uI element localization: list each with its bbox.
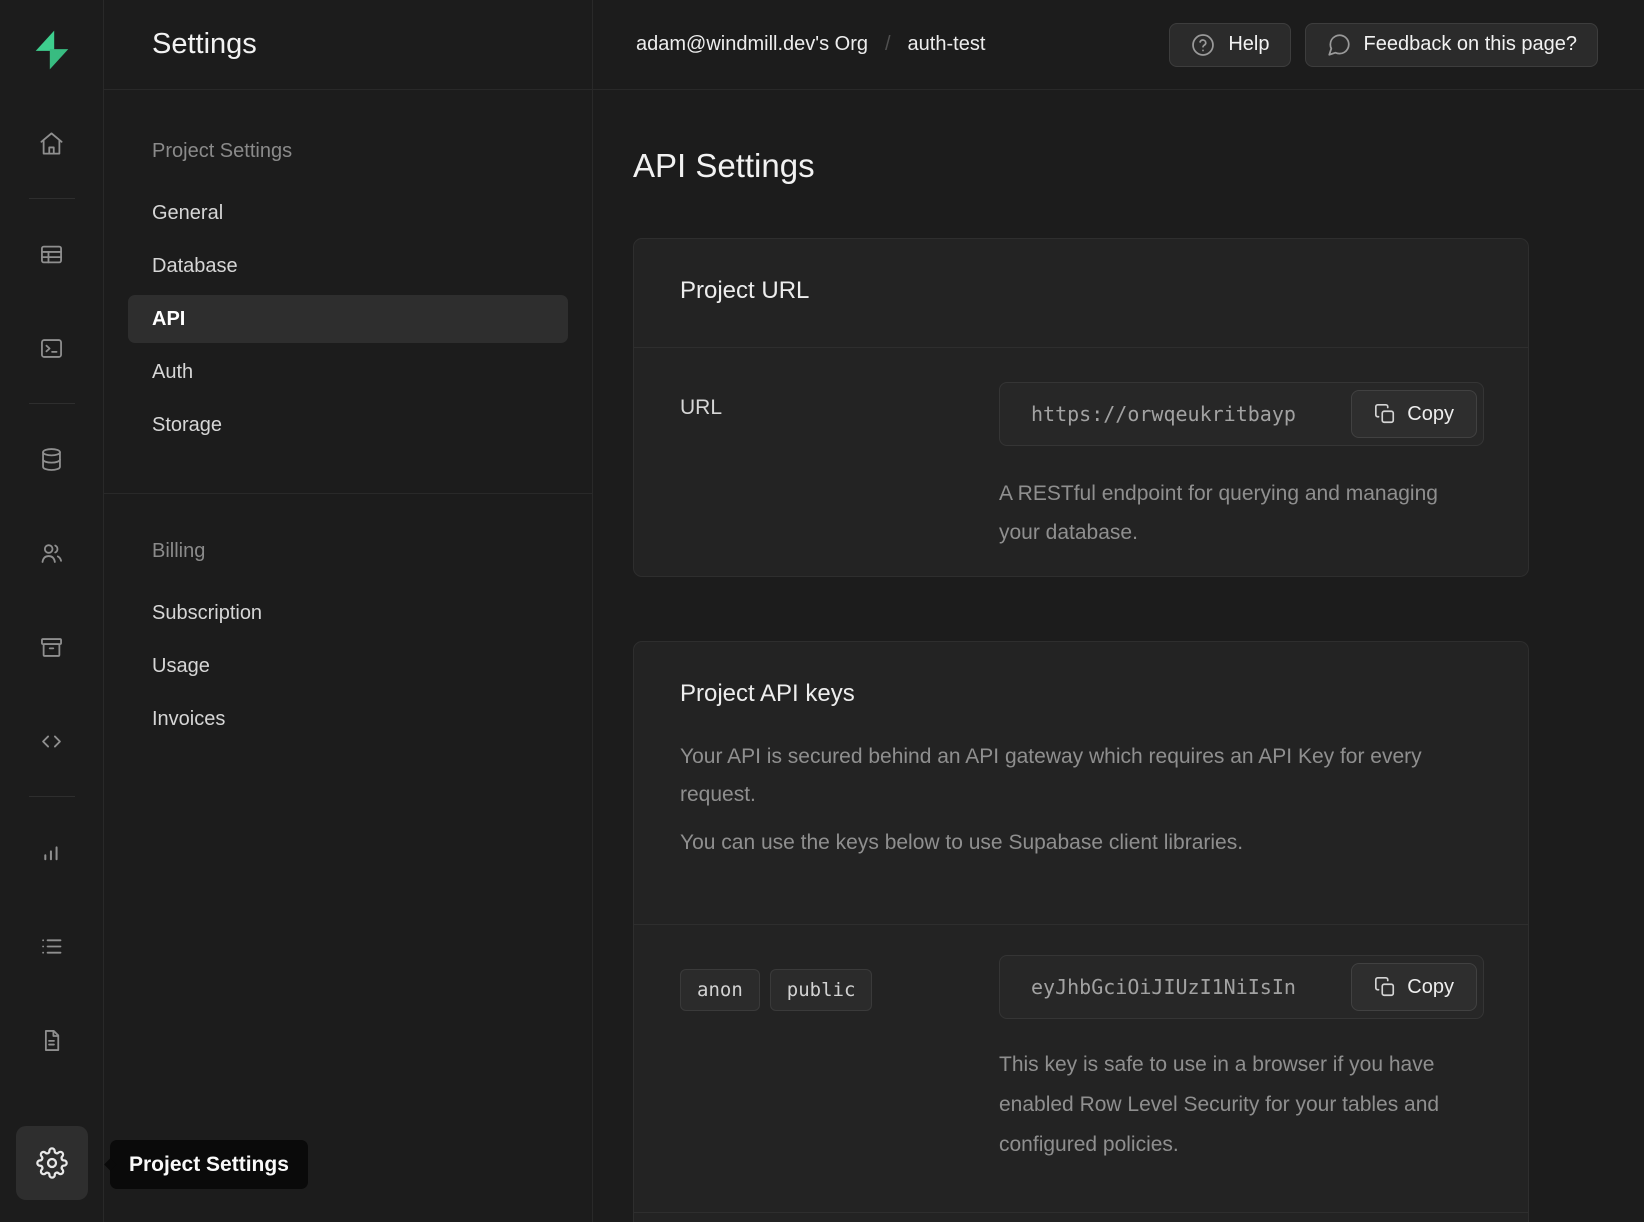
logs-list-icon: [38, 933, 65, 960]
top-bar-actions: Help Feedback on this page?: [1169, 23, 1598, 67]
auth-users-icon: [38, 540, 65, 567]
section-label-project-settings: Project Settings: [128, 140, 568, 163]
main-area: adam@windmill.dev's Org / auth-test Help…: [593, 0, 1644, 1222]
project-url-card-header: Project URL: [634, 239, 1528, 348]
copy-icon: [1374, 976, 1396, 998]
rail-divider: [29, 198, 75, 199]
gear-icon: [36, 1147, 68, 1179]
nav-item-usage[interactable]: Usage: [128, 642, 568, 690]
project-settings-tooltip: Project Settings: [110, 1140, 308, 1189]
anon-key-field[interactable]: eyJhbGciOiJIUzI1NiIsIn Copy: [999, 955, 1484, 1019]
anon-key-description: This key is safe to use in a browser if …: [999, 1045, 1484, 1165]
url-row-content: https://orwqeukritbayp Copy A RESTful en…: [999, 382, 1484, 552]
supabase-logo[interactable]: [28, 26, 76, 74]
api-keys-intro-2: You can use the keys below to use Supaba…: [680, 824, 1482, 862]
settings-title: Settings: [152, 28, 257, 61]
next-key-row-clipped: [634, 1213, 1528, 1222]
page-title: API Settings: [633, 147, 1644, 185]
nav-item-general[interactable]: General: [128, 189, 568, 237]
help-button-label: Help: [1228, 33, 1269, 56]
feedback-button-label: Feedback on this page?: [1364, 33, 1578, 56]
top-bar: adam@windmill.dev's Org / auth-test Help…: [593, 0, 1644, 90]
help-circle-icon: [1190, 32, 1216, 58]
storage-icon: [38, 634, 65, 661]
sidebar-item-edge-functions[interactable]: [28, 717, 76, 765]
anon-key-labels: anon public: [680, 955, 999, 1165]
anon-key-value: eyJhbGciOiJIUzI1NiIsIn: [1031, 975, 1296, 999]
api-settings-page: API Settings Project URL URL https://orw…: [593, 90, 1644, 1222]
project-url-value: https://orwqeukritbayp: [1031, 402, 1296, 426]
project-url-card-title: Project URL: [680, 277, 1482, 305]
nav-item-api[interactable]: API: [128, 295, 568, 343]
sidebar-item-reports[interactable]: [28, 828, 76, 876]
nav-item-subscription[interactable]: Subscription: [128, 589, 568, 637]
sidebar-item-auth[interactable]: [28, 529, 76, 577]
copy-anon-key-button[interactable]: Copy: [1351, 963, 1477, 1011]
sidebar-item-home[interactable]: [28, 119, 76, 167]
settings-sidebar-header: Settings: [104, 0, 592, 90]
anon-key-row: anon public eyJhbGciOiJIUzI1NiIsIn Copy …: [634, 925, 1528, 1213]
nav-item-invoices[interactable]: Invoices: [128, 695, 568, 743]
api-keys-card-title: Project API keys: [680, 680, 1482, 708]
supabase-logo-icon: [30, 28, 74, 72]
url-description: A RESTful endpoint for querying and mana…: [999, 474, 1449, 552]
url-row: URL https://orwqeukritbayp Copy A RESTfu…: [634, 348, 1528, 576]
sidebar-item-project-settings[interactable]: [16, 1126, 88, 1200]
help-button[interactable]: Help: [1169, 23, 1290, 67]
breadcrumb-org[interactable]: adam@windmill.dev's Org: [636, 33, 868, 56]
anon-key-badges: anon public: [680, 969, 999, 1011]
code-icon: [38, 728, 65, 755]
sidebar-item-docs[interactable]: [28, 1016, 76, 1064]
copy-url-button-label: Copy: [1407, 403, 1454, 426]
nav-item-database[interactable]: Database: [128, 242, 568, 290]
project-url-card: Project URL URL https://orwqeukritbayp C…: [633, 238, 1529, 577]
feedback-button[interactable]: Feedback on this page?: [1305, 23, 1599, 67]
sidebar-item-storage[interactable]: [28, 623, 76, 671]
copy-url-button[interactable]: Copy: [1351, 390, 1477, 438]
project-api-keys-card: Project API keys Your API is secured beh…: [633, 641, 1529, 1222]
api-keys-intro-1: Your API is secured behind an API gatewa…: [680, 738, 1482, 814]
table-editor-icon: [38, 241, 65, 268]
copy-icon: [1374, 403, 1396, 425]
sidebar-item-logs[interactable]: [28, 922, 76, 970]
bar-chart-icon: [38, 839, 65, 866]
database-icon: [38, 446, 65, 473]
breadcrumb-separator: /: [885, 33, 891, 56]
url-row-label: URL: [680, 382, 999, 552]
rail-divider: [29, 796, 75, 797]
settings-nav-list: Project Settings General Database API Au…: [104, 90, 592, 748]
nav-item-auth[interactable]: Auth: [128, 348, 568, 396]
sidebar-item-database[interactable]: [28, 435, 76, 483]
section-label-billing: Billing: [128, 540, 568, 563]
document-icon: [38, 1027, 65, 1054]
anon-key-content: eyJhbGciOiJIUzI1NiIsIn Copy This key is …: [999, 955, 1484, 1165]
project-url-field[interactable]: https://orwqeukritbayp Copy: [999, 382, 1484, 446]
public-badge: public: [770, 969, 873, 1011]
sidebar-item-sql-editor[interactable]: [28, 324, 76, 372]
api-keys-card-header: Project API keys Your API is secured beh…: [634, 642, 1528, 925]
settings-sidebar: Settings Project Settings General Databa…: [104, 0, 593, 1222]
rail-divider: [29, 403, 75, 404]
nav-item-storage[interactable]: Storage: [128, 401, 568, 449]
breadcrumb-project[interactable]: auth-test: [908, 33, 986, 56]
nav-divider: [104, 493, 592, 494]
speech-bubble-icon: [1326, 32, 1352, 58]
icon-rail: [0, 0, 104, 1222]
home-icon: [38, 130, 65, 157]
sidebar-item-table-editor[interactable]: [28, 230, 76, 278]
sql-editor-icon: [38, 335, 65, 362]
copy-anon-key-button-label: Copy: [1407, 976, 1454, 999]
anon-badge: anon: [680, 969, 760, 1011]
